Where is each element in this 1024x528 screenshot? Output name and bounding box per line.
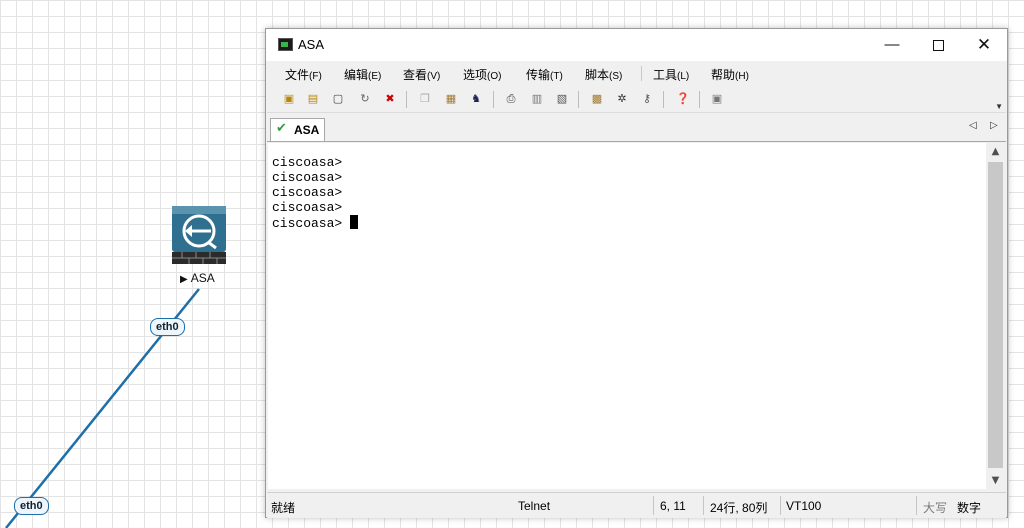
terminal-output: ciscoasa> ciscoasa> ciscoasa> ciscoasa> cisc… (272, 155, 359, 231)
menu-transfer[interactable]: 传输(T) (526, 66, 563, 83)
status-bar: 就绪 Telnet 6, 11 24行, 80列 VT100 大写 数字 (267, 492, 1006, 518)
menu-edit[interactable]: 编辑(E) (344, 66, 381, 83)
global-options-icon[interactable]: ✲ (614, 91, 630, 107)
session-tab-asa[interactable]: ✔ ASA (270, 118, 325, 141)
toolbar-separator (663, 91, 664, 108)
terminal-line: ciscoasa> (272, 200, 343, 215)
connect-in-tab-icon[interactable]: ▢ (330, 91, 346, 107)
scroll-thumb[interactable] (988, 162, 1003, 468)
status-divider (703, 496, 704, 515)
menu-script[interactable]: 脚本(S) (585, 66, 622, 83)
minimize-button[interactable]: — (869, 29, 915, 61)
help-icon[interactable]: ❓ (675, 91, 691, 107)
session-options-icon[interactable]: ▩ (589, 91, 605, 107)
status-divider (916, 496, 917, 515)
connected-check-icon: ✔ (276, 121, 287, 136)
terminal-prompt: ciscoasa> (272, 216, 351, 231)
scroll-down-icon[interactable]: ▼ (986, 472, 1005, 489)
sftp-icon[interactable]: ▣ (709, 91, 725, 107)
status-divider (780, 496, 781, 515)
terminal-window: ASA — ✕ 文件(F) 编辑(E) 查看(V) 选项(O) 传输(T) 脚本… (265, 28, 1008, 518)
copy-icon[interactable]: ❐ (417, 91, 433, 107)
menu-separator (641, 66, 642, 81)
status-cursor-position: 6, 11 (660, 499, 686, 513)
print-screen-icon[interactable]: ▧ (554, 91, 570, 107)
maximize-icon (932, 39, 944, 51)
status-emulation: VT100 (786, 499, 822, 513)
session-tab-label: ASA (294, 123, 320, 137)
status-ready: 就绪 (271, 501, 296, 515)
status-terminal-size: 24行, 80列 (710, 501, 768, 515)
scroll-up-icon[interactable]: ▲ (986, 143, 1005, 160)
session-tab-bar: ✔ ASA ◁ ▷ (267, 115, 1006, 142)
terminal-line: ciscoasa> (272, 185, 343, 200)
toolbar-overflow-icon[interactable]: ▼ (995, 102, 1003, 111)
text-cursor (350, 215, 359, 229)
tab-scroll-left-icon[interactable]: ◁ (969, 120, 977, 131)
interface-badge-eth0-top[interactable]: eth0 (150, 318, 185, 336)
window-title: ASA (298, 37, 325, 52)
menu-bar: 文件(F) 编辑(E) 查看(V) 选项(O) 传输(T) 脚本(S) 工具(L… (267, 62, 1006, 84)
terminal-prompt-line: ciscoasa> (272, 215, 359, 231)
toolbar-separator (493, 91, 494, 108)
terminal-line: ciscoasa> (272, 170, 343, 185)
status-numlock: 数字 (957, 501, 982, 515)
menu-tools[interactable]: 工具(L) (653, 66, 689, 83)
device-name: ASA (190, 271, 215, 285)
menu-view[interactable]: 查看(V) (403, 66, 440, 83)
terminal-line: ciscoasa> (272, 155, 343, 170)
play-icon: ▶ (180, 274, 188, 285)
menu-file[interactable]: 文件(F) (285, 66, 322, 83)
paste-icon[interactable]: ▦ (443, 91, 459, 107)
quick-connect-icon[interactable]: ▤ (305, 91, 321, 107)
print-setup-icon[interactable]: ▥ (529, 91, 545, 107)
reconnect-icon[interactable]: ↻ (357, 91, 373, 107)
vertical-scrollbar[interactable]: ▲ ▼ (986, 143, 1005, 489)
print-icon[interactable]: ⎙ (503, 91, 519, 107)
app-icon (278, 38, 293, 51)
title-bar[interactable]: ASA — ✕ (266, 29, 1007, 61)
status-divider (653, 496, 654, 515)
device-label[interactable]: ▶ ASA (180, 271, 215, 285)
toolbar-separator (406, 91, 407, 108)
key-icon[interactable]: ⚷ (639, 91, 655, 107)
toolbar-separator (578, 91, 579, 108)
terminal-screen[interactable]: ciscoasa> ciscoasa> ciscoasa> ciscoasa> cisc… (268, 143, 986, 489)
status-caps: 大写 (923, 501, 948, 515)
interface-badge-eth0-bottom[interactable]: eth0 (14, 497, 49, 515)
connect-icon[interactable]: ▣ (281, 91, 297, 107)
asa-device-icon[interactable] (170, 204, 228, 266)
status-protocol: Telnet (518, 499, 551, 513)
toolbar-separator (699, 91, 700, 108)
disconnect-icon[interactable]: ✖ (382, 91, 398, 107)
close-button[interactable]: ✕ (961, 29, 1007, 61)
menu-help[interactable]: 帮助(H) (711, 66, 749, 83)
maximize-button[interactable] (915, 29, 961, 61)
tab-scroll-right-icon[interactable]: ▷ (990, 120, 998, 131)
toolbar: ▣ ▤ ▢ ↻ ✖ ❐ ▦ ♞ ⎙ ▥ ▧ ▩ ✲ ⚷ ❓ ▣ ▼ (267, 86, 1006, 113)
menu-options[interactable]: 选项(O) (463, 66, 501, 83)
find-icon[interactable]: ♞ (468, 91, 484, 107)
